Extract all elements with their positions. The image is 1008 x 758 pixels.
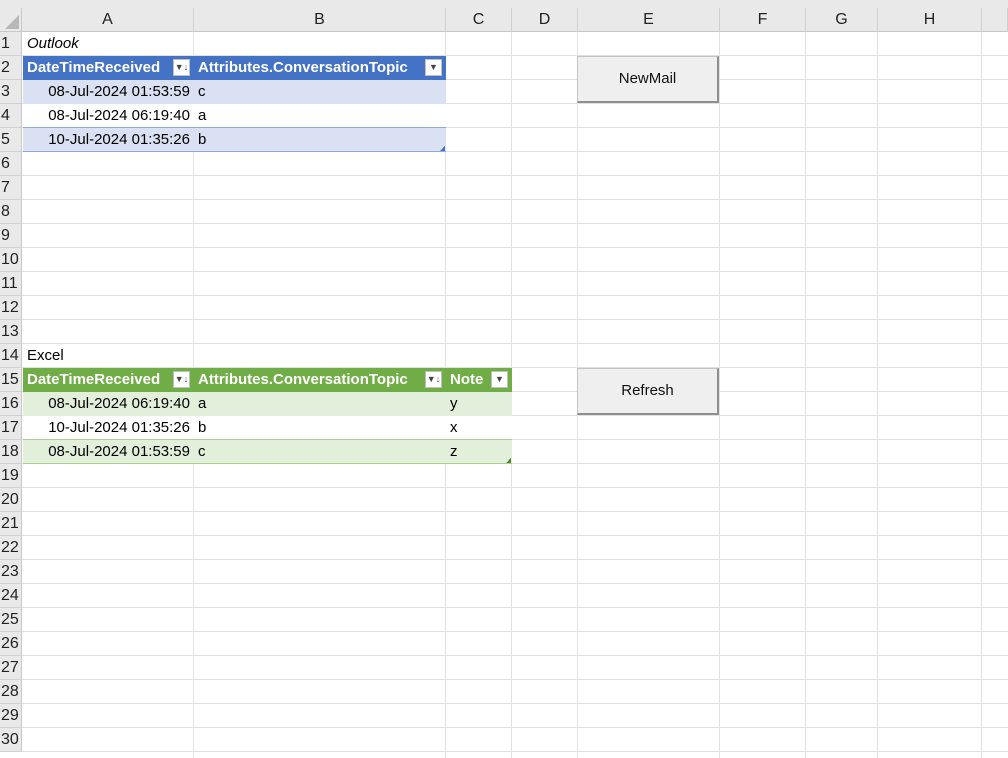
row-header[interactable]: 11: [0, 272, 22, 296]
sort-filter-icon[interactable]: ▼↓: [425, 371, 442, 388]
row-header[interactable]: 24: [0, 584, 22, 608]
outlook-header-datetime[interactable]: DateTimeReceived: [23, 56, 194, 80]
sort-filter-icon[interactable]: ▼↓: [173, 371, 190, 388]
row-header[interactable]: 19: [0, 464, 22, 488]
row-header[interactable]: 14: [0, 344, 22, 368]
select-all-corner[interactable]: [0, 8, 22, 32]
excel-row-3-topic[interactable]: c: [194, 440, 446, 464]
row-header[interactable]: 13: [0, 320, 22, 344]
row-header[interactable]: 22: [0, 536, 22, 560]
excel-row-1-note[interactable]: y: [446, 392, 512, 416]
row-header[interactable]: 21: [0, 512, 22, 536]
excel-row-1-topic[interactable]: a: [194, 392, 446, 416]
row-header[interactable]: 3: [0, 80, 22, 104]
row-header[interactable]: 12: [0, 296, 22, 320]
table-resize-handle[interactable]: [440, 146, 445, 151]
column-header-d[interactable]: D: [512, 8, 578, 32]
row-header[interactable]: 27: [0, 656, 22, 680]
row-header[interactable]: 17: [0, 416, 22, 440]
outlook-header-topic[interactable]: Attributes.ConversationTopic: [194, 56, 446, 80]
row-header[interactable]: 16: [0, 392, 22, 416]
row-header[interactable]: 7: [0, 176, 22, 200]
column-header-f[interactable]: F: [720, 8, 806, 32]
column-header-b[interactable]: B: [194, 8, 446, 32]
filter-dropdown-icon[interactable]: ▼: [425, 59, 442, 76]
row-header[interactable]: 29: [0, 704, 22, 728]
row-header[interactable]: 30: [0, 728, 22, 752]
outlook-row-2-topic[interactable]: a: [194, 104, 446, 128]
excel-row-1-datetime[interactable]: 08-Jul-2024 06:19:40: [23, 392, 194, 416]
excel-title-cell[interactable]: Excel: [23, 344, 193, 368]
excel-row-3-datetime[interactable]: 08-Jul-2024 01:53:59: [23, 440, 194, 464]
spreadsheet: A B C D E F G H 1 2 3 4 5 6 7 8 9 10 11 …: [0, 0, 1008, 758]
row-header[interactable]: 1: [0, 32, 22, 56]
row-header[interactable]: 23: [0, 560, 22, 584]
header-label: DateTimeReceived: [27, 371, 161, 388]
excel-row-2-note[interactable]: x: [446, 416, 512, 440]
row-header[interactable]: 15: [0, 368, 22, 392]
column-header-h[interactable]: H: [878, 8, 982, 32]
column-header-partial[interactable]: [982, 8, 1008, 32]
column-header-a[interactable]: A: [22, 8, 194, 32]
outlook-row-1-datetime[interactable]: 08-Jul-2024 01:53:59: [23, 80, 194, 104]
header-label: DateTimeReceived: [27, 59, 161, 76]
excel-header-datetime[interactable]: DateTimeReceived: [23, 368, 194, 392]
header-label: Attributes.ConversationTopic: [198, 59, 408, 76]
excel-row-2-topic[interactable]: b: [194, 416, 446, 440]
sort-filter-icon[interactable]: ▼↓: [173, 59, 190, 76]
row-header[interactable]: 4: [0, 104, 22, 128]
row-header[interactable]: 18: [0, 440, 22, 464]
column-header-e[interactable]: E: [578, 8, 720, 32]
refresh-button[interactable]: Refresh: [577, 368, 719, 415]
table-resize-handle[interactable]: [506, 458, 511, 463]
column-header-c[interactable]: C: [446, 8, 512, 32]
row-header[interactable]: 8: [0, 200, 22, 224]
column-header-g[interactable]: G: [806, 8, 878, 32]
row-header[interactable]: 25: [0, 608, 22, 632]
newmail-button[interactable]: NewMail: [577, 56, 719, 103]
toolbar-strip: [0, 0, 1008, 8]
header-label: Note: [450, 371, 484, 388]
row-header[interactable]: 26: [0, 632, 22, 656]
row-header[interactable]: 28: [0, 680, 22, 704]
excel-row-3-note[interactable]: z: [446, 440, 512, 464]
row-header[interactable]: 10: [0, 248, 22, 272]
excel-row-2-datetime[interactable]: 10-Jul-2024 01:35:26: [23, 416, 194, 440]
header-label: Attributes.ConversationTopic: [198, 371, 408, 388]
row-header[interactable]: 2: [0, 56, 22, 80]
excel-header-topic[interactable]: Attributes.ConversationTopic: [194, 368, 446, 392]
outlook-row-3-topic[interactable]: b: [194, 128, 446, 152]
row-header[interactable]: 9: [0, 224, 22, 248]
row-header[interactable]: 5: [0, 128, 22, 152]
row-header[interactable]: 20: [0, 488, 22, 512]
filter-dropdown-icon[interactable]: ▼: [491, 371, 508, 388]
row-header[interactable]: 6: [0, 152, 22, 176]
outlook-title-cell[interactable]: Outlook: [23, 32, 193, 56]
outlook-row-1-topic[interactable]: c: [194, 80, 446, 104]
outlook-row-3-datetime[interactable]: 10-Jul-2024 01:35:26: [23, 128, 194, 152]
outlook-row-2-datetime[interactable]: 08-Jul-2024 06:19:40: [23, 104, 194, 128]
